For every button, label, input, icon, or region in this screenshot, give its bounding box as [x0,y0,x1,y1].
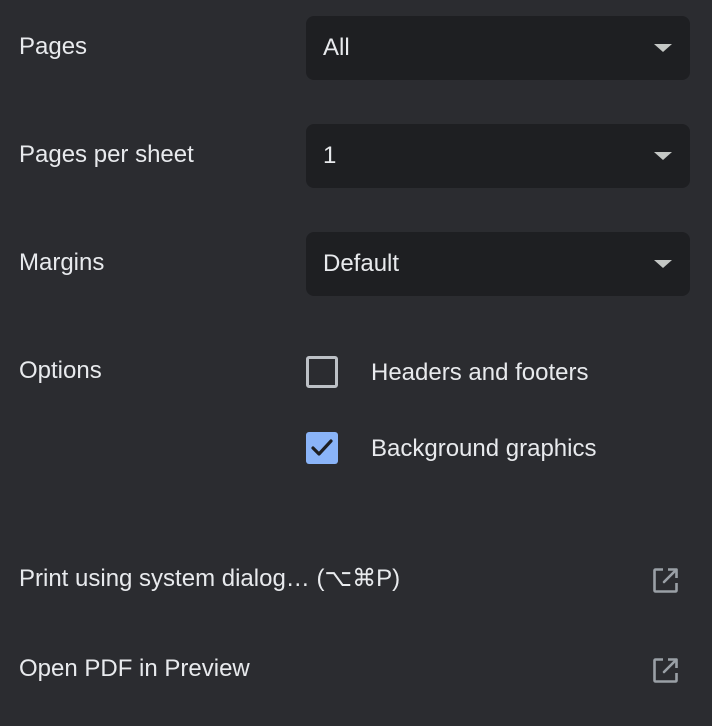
open-pdf-preview-link[interactable]: Open PDF in Preview [0,640,712,700]
caret-down-icon [654,152,672,160]
pages-label: Pages [19,33,88,60]
checkmark-icon [311,439,333,456]
open-in-new-icon [653,568,678,593]
caret-down-icon [654,44,672,52]
margins-select[interactable]: Default [306,232,690,296]
margins-select-value: Default [323,250,400,277]
open-pdf-preview-label: Open PDF in Preview [19,655,250,682]
background-graphics-label[interactable]: Background graphics [371,434,596,464]
pages-select[interactable]: All [306,16,690,80]
pages-per-sheet-select-value: 1 [323,142,337,169]
caret-down-icon [654,260,672,268]
print-settings-panel: Pages All Pages per sheet 1 Margins Defa… [0,0,712,726]
pages-per-sheet-label: Pages per sheet [19,141,194,168]
pages-per-sheet-select[interactable]: 1 [306,124,690,188]
headers-footers-checkbox[interactable] [306,356,338,388]
margins-label: Margins [19,249,105,276]
options-label: Options [19,357,102,384]
print-system-dialog-label: Print using system dialog… (⌥⌘P) [19,565,401,592]
background-graphics-checkbox[interactable] [306,432,338,464]
headers-footers-label[interactable]: Headers and footers [371,358,588,388]
pages-select-value: All [323,34,350,61]
open-in-new-icon [653,658,678,683]
print-system-dialog-link[interactable]: Print using system dialog… (⌥⌘P) [0,550,712,610]
